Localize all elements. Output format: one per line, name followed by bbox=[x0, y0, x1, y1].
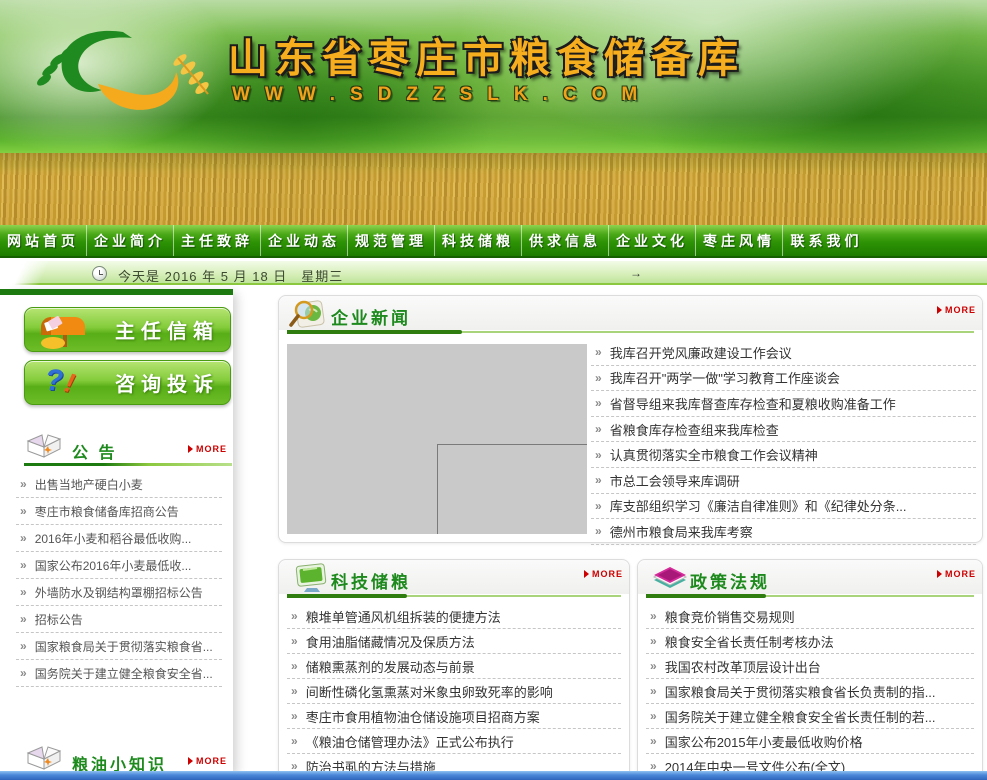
tech-item[interactable]: »食用油脂储藏情况及保质方法 bbox=[287, 629, 621, 654]
tech-more-link[interactable]: MORE bbox=[584, 569, 623, 579]
tech-title: 科技储粮 bbox=[331, 568, 411, 593]
site-url: WWW.SDZZSLK.COM bbox=[232, 84, 652, 106]
sidebar: 主任信箱 ? ! 咨询投诉 公 告 bbox=[0, 289, 233, 780]
policy-item[interactable]: »国家公布2015年小麦最低收购价格 bbox=[646, 729, 974, 754]
question-exclamation-icon: ? ! bbox=[37, 362, 93, 404]
policy-item[interactable]: »我国农村改革顶层设计出台 bbox=[646, 654, 974, 679]
notice-list: »出售当地产硬白小麦 »枣庄市粮食储备库招商公告 »2016年小麦和稻谷最低收购… bbox=[16, 471, 222, 687]
news-list: »我库召开党风廉政建设工作会议 »我库召开"两学一做"学习教育工作座谈会 »省督… bbox=[591, 340, 976, 545]
nav-item-contact[interactable]: 联系我们 bbox=[783, 225, 870, 256]
news-item[interactable]: »市总工会领导来库调研 bbox=[591, 468, 976, 494]
notice-item[interactable]: »枣庄市粮食储备库招商公告 bbox=[16, 498, 222, 525]
news-item[interactable]: »省督导组来我库督查库存检查和夏粮收购准备工作 bbox=[591, 391, 976, 417]
datebar-curve-decoration bbox=[0, 261, 60, 286]
open-book-icon bbox=[24, 431, 64, 461]
clock-icon bbox=[92, 266, 107, 281]
nav-item-company-news[interactable]: 企业动态 bbox=[261, 225, 348, 256]
tech-item[interactable]: »《粮油仓储管理办法》正式公布执行 bbox=[287, 729, 621, 754]
news-item[interactable]: »认真贯彻落实全市粮食工作会议精神 bbox=[591, 442, 976, 468]
news-underline bbox=[287, 330, 974, 334]
site-title: 山东省枣庄市粮食储备库 bbox=[228, 26, 868, 84]
tech-item[interactable]: »粮堆单管通风机组拆装的便捷方法 bbox=[287, 604, 621, 629]
news-more-link[interactable]: MORE bbox=[937, 305, 976, 315]
nav-item-management[interactable]: 规范管理 bbox=[348, 225, 435, 256]
tech-list: »粮堆单管通风机组拆装的便捷方法 »食用油脂储藏情况及保质方法 »储粮熏蒸剂的发… bbox=[287, 604, 621, 779]
consult-complaint-label: 咨询投诉 bbox=[115, 368, 219, 397]
more-arrow-icon bbox=[188, 757, 193, 765]
policy-panel: 政策法规 MORE »粮食竞价销售交易规则 »粮食安全省长责任制考核办法 »我国… bbox=[637, 559, 983, 780]
main-nav: 网站首页 企业简介 主任致辞 企业动态 规范管理 科技储粮 供求信息 企业文化 … bbox=[0, 225, 987, 258]
news-item[interactable]: »省粮食库存检查组来我库检查 bbox=[591, 417, 976, 443]
date-bar: 今天是 2016 年 5 月 18 日 星期三 → bbox=[0, 260, 987, 285]
policy-item[interactable]: »国务院关于建立健全粮食安全省长责任制的若... bbox=[646, 704, 974, 729]
monitor-icon bbox=[289, 562, 333, 594]
policy-underline bbox=[646, 594, 974, 598]
news-panel-header: 企业新闻 MORE bbox=[279, 296, 982, 330]
notice-item[interactable]: »外墙防水及钢结构罩棚招标公告 bbox=[16, 579, 222, 606]
tech-item[interactable]: »间断性磷化氢熏蒸对米象虫卵致死率的影响 bbox=[287, 679, 621, 704]
more-arrow-icon bbox=[937, 570, 942, 578]
more-arrow-icon bbox=[584, 570, 589, 578]
knowledge-more-link[interactable]: MORE bbox=[188, 756, 227, 766]
notice-more-link[interactable]: MORE bbox=[188, 444, 227, 454]
page: 山东省枣庄市粮食储备库 WWW.SDZZSLK.COM 网站首页 企业简介 主任… bbox=[0, 0, 987, 780]
mailbox-icon bbox=[37, 309, 93, 351]
news-item[interactable]: »库支部组织学习《廉洁自律准则》和《纪律处分条... bbox=[591, 494, 976, 520]
tech-item[interactable]: »储粮熏蒸剂的发展动态与前景 bbox=[287, 654, 621, 679]
nav-item-zaozhuang[interactable]: 枣庄风情 bbox=[696, 225, 783, 256]
policy-item[interactable]: »粮食安全省长责任制考核办法 bbox=[646, 629, 974, 654]
content-area: 主任信箱 ? ! 咨询投诉 公 告 bbox=[0, 285, 987, 780]
policy-list: »粮食竞价销售交易规则 »粮食安全省长责任制考核办法 »我国农村改革顶层设计出台… bbox=[646, 604, 974, 779]
news-item[interactable]: »我库召开"两学一做"学习教育工作座谈会 bbox=[591, 366, 976, 392]
notice-title: 公 告 bbox=[72, 439, 117, 463]
policy-item[interactable]: »国家粮食局关于贯彻落实粮食省长负责制的指... bbox=[646, 679, 974, 704]
nav-item-about[interactable]: 企业简介 bbox=[87, 225, 174, 256]
policy-more-link[interactable]: MORE bbox=[937, 569, 976, 579]
notice-section-header: 公 告 MORE bbox=[0, 435, 233, 465]
notice-item[interactable]: »国家粮食局关于贯彻落实粮食省... bbox=[16, 633, 222, 660]
news-title: 企业新闻 bbox=[331, 304, 411, 329]
current-date: 今天是 2016 年 5 月 18 日 星期三 bbox=[118, 266, 343, 285]
notice-item[interactable]: »国家公布2016年小麦最低收... bbox=[16, 552, 222, 579]
more-arrow-icon bbox=[188, 445, 193, 453]
marquee-arrow-icon: → bbox=[630, 266, 642, 280]
tech-panel-header: 科技储粮 MORE bbox=[279, 560, 629, 594]
more-arrow-icon bbox=[937, 306, 942, 314]
notice-item[interactable]: »招标公告 bbox=[16, 606, 222, 633]
nav-item-supply-demand[interactable]: 供求信息 bbox=[522, 225, 609, 256]
banner: 山东省枣庄市粮食储备库 WWW.SDZZSLK.COM bbox=[0, 0, 987, 225]
tech-item[interactable]: »枣庄市食用植物油仓储设施项目招商方案 bbox=[287, 704, 621, 729]
nav-item-director-speech[interactable]: 主任致辞 bbox=[174, 225, 261, 256]
nav-item-home[interactable]: 网站首页 bbox=[0, 225, 87, 256]
news-panel: 企业新闻 MORE »我库召开党风廉政建设工作会议 »我库召开"两学一做"学习教… bbox=[278, 295, 983, 543]
policy-title: 政策法规 bbox=[690, 568, 770, 593]
nav-item-culture[interactable]: 企业文化 bbox=[609, 225, 696, 256]
bottom-window-edge bbox=[0, 771, 987, 780]
broken-image-lines bbox=[437, 444, 587, 534]
director-mailbox-label: 主任信箱 bbox=[115, 315, 219, 344]
sidebar-top-bar bbox=[0, 289, 233, 295]
tech-panel: 科技储粮 MORE »粮堆单管通风机组拆装的便捷方法 »食用油脂储藏情况及保质方… bbox=[278, 559, 630, 780]
news-item[interactable]: »德州市粮食局来我库考察 bbox=[591, 519, 976, 545]
pink-book-icon bbox=[648, 562, 692, 594]
news-item[interactable]: »我库召开党风廉政建设工作会议 bbox=[591, 340, 976, 366]
tech-underline bbox=[287, 594, 621, 598]
director-mailbox-button[interactable]: 主任信箱 bbox=[24, 307, 231, 352]
magnifier-news-icon bbox=[289, 298, 333, 330]
notice-underline bbox=[24, 463, 232, 466]
consult-complaint-button[interactable]: ? ! 咨询投诉 bbox=[24, 360, 231, 405]
nav-item-tech-storage[interactable]: 科技储粮 bbox=[435, 225, 522, 256]
news-photo-placeholder[interactable] bbox=[287, 344, 587, 534]
wheat-logo-icon bbox=[28, 22, 218, 127]
open-book-icon bbox=[24, 743, 64, 773]
policy-panel-header: 政策法规 MORE bbox=[638, 560, 982, 594]
notice-item[interactable]: »2016年小麦和稻谷最低收购... bbox=[16, 525, 222, 552]
notice-item[interactable]: »国务院关于建立健全粮食安全省... bbox=[16, 660, 222, 687]
notice-item[interactable]: »出售当地产硬白小麦 bbox=[16, 471, 222, 498]
policy-item[interactable]: »粮食竞价销售交易规则 bbox=[646, 604, 974, 629]
